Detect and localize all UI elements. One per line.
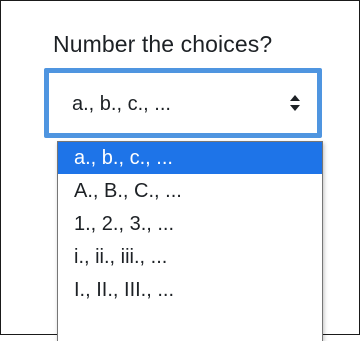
up-down-chevron-icon bbox=[290, 95, 300, 111]
select-current-value: a., b., c., ... bbox=[72, 93, 171, 115]
option-uppercase-roman[interactable]: I., II., III., ... bbox=[58, 274, 322, 306]
form-panel: Number the choices? a., b., c., ... a., … bbox=[0, 0, 360, 341]
numbering-select[interactable]: a., b., c., ... bbox=[44, 68, 322, 138]
numbering-dropdown-list: a., b., c., ... A., B., C., ... 1., 2., … bbox=[57, 141, 323, 341]
number-choices-label: Number the choices? bbox=[53, 31, 273, 57]
option-lowercase-roman[interactable]: i., ii., iii., ... bbox=[58, 241, 322, 273]
option-uppercase-letters[interactable]: A., B., C., ... bbox=[58, 175, 322, 207]
option-lowercase-letters[interactable]: a., b., c., ... bbox=[58, 142, 322, 174]
option-numbers[interactable]: 1., 2., 3., ... bbox=[58, 208, 322, 240]
